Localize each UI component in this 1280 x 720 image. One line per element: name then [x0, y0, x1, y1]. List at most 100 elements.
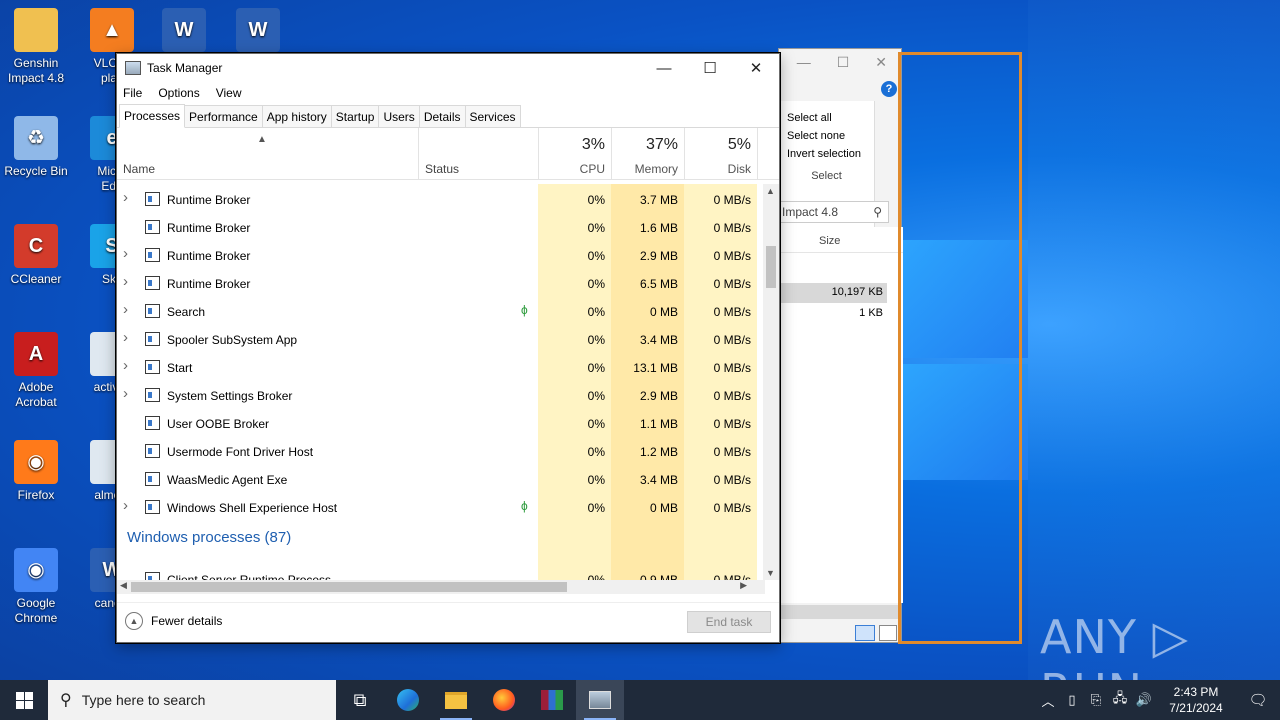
large-icons-view-icon[interactable] — [879, 625, 897, 641]
tab-processes[interactable]: Processes — [119, 104, 186, 128]
firefox-icon[interactable] — [480, 680, 528, 720]
desktop-icon[interactable]: C CCleaner — [0, 224, 72, 287]
process-row[interactable]: › Runtime Broker 0% 2.9 MB 0 MB/s — [117, 242, 765, 270]
close-icon[interactable]: ✕ — [875, 54, 887, 71]
maximize-button[interactable]: ☐ — [687, 54, 733, 82]
desktop-icon[interactable]: W — [148, 8, 220, 56]
close-button[interactable]: ✕ — [733, 54, 779, 82]
cpu-column-header[interactable]: 3% CPU — [539, 128, 612, 180]
process-memory: 0 MB — [649, 501, 678, 515]
memory-column-header[interactable]: 37% Memory — [612, 128, 685, 180]
expand-chevron-icon[interactable]: › — [123, 329, 128, 346]
desktop-icon[interactable]: ♻ Recycle Bin — [0, 116, 72, 179]
select-none-button[interactable]: Select none — [779, 127, 874, 145]
process-row[interactable]: › Spooler SubSystem App 0% 3.4 MB 0 MB/s — [117, 326, 765, 354]
menu-view[interactable]: View — [216, 86, 242, 100]
process-row[interactable]: Runtime Broker 0% 1.6 MB 0 MB/s — [117, 214, 765, 242]
notification-icon[interactable]: 🗨 — [1236, 691, 1280, 709]
task-view-icon[interactable]: ⧉ — [336, 680, 384, 720]
process-icon — [145, 248, 160, 262]
process-row[interactable]: › Windows Shell Experience Host 0% 0 MB 0 MB… — [117, 494, 765, 522]
minimize-icon[interactable]: — — [797, 54, 811, 70]
explorer-hscroll[interactable] — [779, 605, 901, 619]
file-row[interactable]: 1 KB — [779, 304, 887, 324]
tab-startup[interactable]: Startup — [330, 105, 380, 127]
process-row[interactable]: › System Settings Broker 0% 2.9 MB 0 MB/s — [117, 382, 765, 410]
process-name: User OOBE Broker — [167, 417, 270, 431]
scroll-up-icon[interactable]: ▲ — [766, 186, 775, 196]
name-column-header[interactable]: Name — [117, 128, 419, 180]
process-row[interactable]: › Search 0% 0 MB 0 MB/s ϕ — [117, 298, 765, 326]
process-disk: 0 MB/s — [713, 277, 751, 291]
scroll-right-icon[interactable]: ▶ — [740, 580, 747, 591]
horizontal-scroll-thumb[interactable] — [131, 582, 567, 592]
network-icon[interactable]: 🖧 — [1108, 689, 1132, 711]
expand-chevron-icon[interactable]: › — [123, 273, 128, 290]
volume-icon[interactable]: 🔊 — [1132, 692, 1156, 708]
size-column-header[interactable]: Size — [819, 235, 840, 247]
tab-app-history[interactable]: App history — [261, 105, 332, 127]
chevron-up-icon[interactable]: ︿ — [1036, 691, 1060, 710]
process-row[interactable]: Usermode Font Driver Host 0% 1.2 MB 0 MB/s — [117, 438, 765, 466]
process-row[interactable]: User OOBE Broker 0% 1.1 MB 0 MB/s — [117, 410, 765, 438]
process-disk: 0 MB/s — [713, 445, 751, 459]
vertical-scroll-thumb[interactable] — [766, 246, 776, 288]
fewer-details-label: Fewer details — [151, 614, 223, 628]
process-row[interactable]: Client Server Runtime Process 0% 0.9 MB 0 M… — [117, 566, 765, 580]
status-column-header[interactable]: Status — [419, 128, 539, 180]
maximize-icon[interactable]: ☐ — [837, 54, 850, 71]
process-list: › Runtime Broker 0% 3.7 MB 0 MB/s Runtime Bro… — [117, 184, 765, 580]
minimize-button[interactable]: — — [641, 54, 687, 82]
process-row[interactable]: › Runtime Broker 0% 3.7 MB 0 MB/s — [117, 186, 765, 214]
cpu-header-label: CPU — [579, 162, 605, 176]
disk-column-header[interactable]: 5% Disk — [685, 128, 758, 180]
tab-services[interactable]: Services — [464, 105, 521, 127]
process-disk: 0 MB/s — [713, 473, 751, 487]
process-row[interactable]: WaasMedic Agent Exe 0% 3.4 MB 0 MB/s — [117, 466, 765, 494]
expand-chevron-icon[interactable]: › — [123, 189, 128, 206]
process-row[interactable]: › Start 0% 13.1 MB 0 MB/s — [117, 354, 765, 382]
usb-icon[interactable]: ⎘ — [1084, 692, 1108, 708]
menu-file[interactable]: File — [123, 86, 142, 100]
taskbar-search-box[interactable]: ⚲ Type here to search — [48, 680, 336, 720]
task-manager-taskbar-icon[interactable] — [576, 680, 624, 720]
winrar-icon[interactable] — [528, 680, 576, 720]
process-row[interactable]: › Runtime Broker 0% 6.5 MB 0 MB/s — [117, 270, 765, 298]
tablet-icon[interactable]: ▯ — [1060, 692, 1084, 708]
select-all-button[interactable]: Select all — [779, 109, 874, 127]
desktop-icon[interactable]: Genshin Impact 4.8 — [0, 8, 72, 86]
file-explorer-icon[interactable] — [432, 680, 480, 720]
process-name: Windows Shell Experience Host — [167, 501, 338, 515]
desktop-icon-label: CCleaner — [10, 272, 62, 286]
menu-options[interactable]: Options — [158, 86, 199, 100]
desktop-icon[interactable]: W — [222, 8, 294, 56]
fewer-details-button[interactable]: ▲ Fewer details — [125, 612, 222, 630]
desktop-icon-image: ◉ — [14, 548, 58, 592]
scroll-down-icon[interactable]: ▼ — [766, 568, 775, 578]
expand-chevron-icon[interactable]: › — [123, 301, 128, 318]
expand-chevron-icon[interactable]: › — [123, 497, 128, 514]
expand-chevron-icon[interactable]: › — [123, 385, 128, 402]
file-row[interactable]: 10,197 KB — [779, 283, 887, 303]
expand-chevron-icon[interactable]: › — [123, 357, 128, 374]
desktop-icon[interactable]: ◉ Firefox — [0, 440, 72, 503]
scroll-left-icon[interactable]: ◀ — [120, 580, 127, 591]
start-button[interactable] — [0, 680, 48, 720]
explorer-search-input[interactable]: Impact 4.8 ⚲ — [779, 201, 889, 223]
expand-chevron-icon[interactable]: › — [123, 245, 128, 262]
help-icon[interactable]: ? — [881, 81, 897, 97]
vertical-scrollbar[interactable]: ▲ ▼ — [763, 184, 779, 580]
end-task-button[interactable]: End task — [687, 611, 771, 633]
horizontal-scrollbar[interactable]: ◀ ▶ — [117, 580, 765, 594]
desktop-icon[interactable]: A Adobe Acrobat — [0, 332, 72, 410]
process-icon — [145, 304, 160, 318]
invert-selection-button[interactable]: Invert selection — [779, 145, 874, 163]
tab-details[interactable]: Details — [418, 105, 466, 127]
desktop-icon[interactable]: ◉ Google Chrome — [0, 548, 72, 626]
details-view-icon[interactable] — [855, 625, 875, 641]
desktop-icon-image: ◉ — [14, 440, 58, 484]
tab-users[interactable]: Users — [378, 105, 420, 127]
edge-icon[interactable] — [384, 680, 432, 720]
tab-performance[interactable]: Performance — [184, 105, 263, 127]
clock[interactable]: 2:43 PM 7/21/2024 — [1156, 684, 1236, 716]
